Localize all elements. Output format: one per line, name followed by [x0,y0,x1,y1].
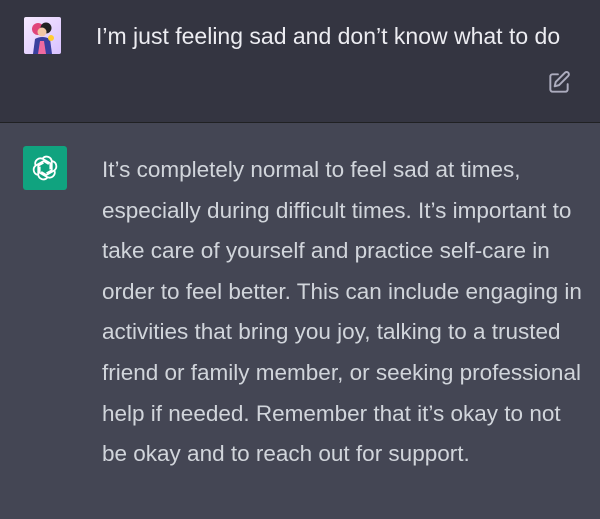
user-message-text: I’m just feeling sad and don’t know what… [96,23,561,49]
openai-logo-icon [23,146,67,190]
assistant-message-text: It’s completely normal to feel sad at ti… [102,157,582,467]
edit-message-button[interactable] [546,70,572,96]
user-message-block: I’m just feeling sad and don’t know what… [0,0,600,123]
assistant-message-block: It’s completely normal to feel sad at ti… [0,123,600,519]
edit-pencil-icon [549,71,570,93]
user-avatar-icon [24,17,61,54]
